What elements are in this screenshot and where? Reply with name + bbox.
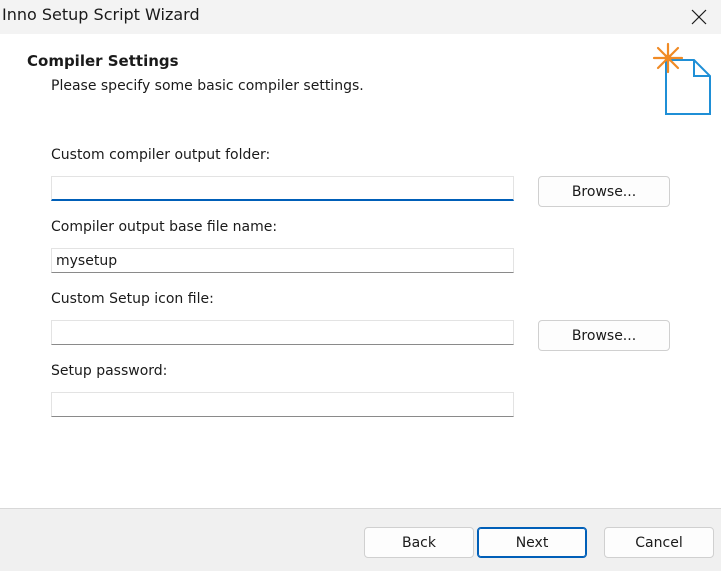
browse-setup-icon-button[interactable]: Browse...: [538, 320, 670, 351]
wizard-header: Compiler Settings Please specify some ba…: [0, 34, 721, 124]
base-file-name-label: Compiler output base file name:: [51, 219, 278, 235]
output-folder-input[interactable]: [51, 176, 514, 201]
base-file-name-input[interactable]: [51, 248, 514, 273]
page-title: Compiler Settings: [27, 52, 179, 70]
setup-password-input[interactable]: [51, 392, 514, 417]
wizard-window: Inno Setup Script Wizard Compiler Settin…: [0, 0, 721, 571]
title-bar: Inno Setup Script Wizard: [0, 0, 721, 34]
page-subtitle: Please specify some basic compiler setti…: [51, 78, 364, 94]
setup-icon-label: Custom Setup icon file:: [51, 291, 214, 307]
new-document-sparkle-icon: [652, 42, 711, 115]
close-button[interactable]: [677, 0, 721, 34]
close-icon: [691, 9, 707, 25]
browse-output-folder-button[interactable]: Browse...: [538, 176, 670, 207]
window-title: Inno Setup Script Wizard: [2, 5, 200, 24]
next-button[interactable]: Next: [477, 527, 587, 558]
setup-icon-input[interactable]: [51, 320, 514, 345]
back-button[interactable]: Back: [364, 527, 474, 558]
output-folder-label: Custom compiler output folder:: [51, 147, 271, 163]
cancel-button[interactable]: Cancel: [604, 527, 714, 558]
setup-password-label: Setup password:: [51, 363, 168, 379]
